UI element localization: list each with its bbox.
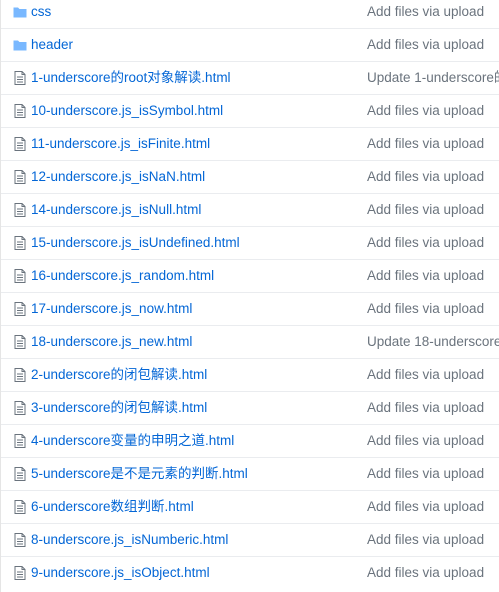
file-icon (13, 71, 27, 85)
file-name-link[interactable]: 8-underscore.js_isNumberic.html (31, 532, 228, 548)
commit-message-link[interactable]: Add files via upload (367, 466, 484, 482)
file-icon (13, 269, 27, 283)
commit-message-link[interactable]: Add files via upload (367, 400, 484, 416)
commit-message-link[interactable]: Add files via upload (367, 202, 484, 218)
commit-message-link[interactable]: Add files via upload (367, 367, 484, 383)
file-icon (13, 137, 27, 151)
file-icon (13, 203, 27, 217)
file-row[interactable]: 11-underscore.js_isFinite.html Add files… (1, 128, 499, 161)
file-icon (13, 533, 27, 547)
file-row[interactable]: 16-underscore.js_random.html Add files v… (1, 260, 499, 293)
file-row[interactable]: 15-underscore.js_isUndefined.html Add fi… (1, 227, 499, 260)
commit-message-link[interactable]: Add files via upload (367, 532, 484, 548)
file-icon (13, 566, 27, 580)
file-row[interactable]: 12-underscore.js_isNaN.html Add files vi… (1, 161, 499, 194)
commit-message-link[interactable]: Add files via upload (367, 565, 484, 581)
commit-message-link[interactable]: Add files via upload (367, 103, 484, 119)
file-name-link[interactable]: 3-underscore的闭包解读.html (31, 400, 207, 416)
file-row[interactable]: 14-underscore.js_isNull.html Add files v… (1, 194, 499, 227)
file-row[interactable]: 4-underscore变量的申明之道.html Add files via u… (1, 425, 499, 458)
commit-message-link[interactable]: Add files via upload (367, 499, 484, 515)
file-row[interactable]: 17-underscore.js_now.html Add files via … (1, 293, 499, 326)
file-icon (13, 104, 27, 118)
file-icon (13, 401, 27, 415)
commit-message-link[interactable]: Add files via upload (367, 433, 484, 449)
file-icon (13, 434, 27, 448)
file-name-link[interactable]: 4-underscore变量的申明之道.html (31, 433, 234, 449)
file-row[interactable]: 5-underscore是不是元素的判断.html Add files via … (1, 458, 499, 491)
file-name-link[interactable]: 15-underscore.js_isUndefined.html (31, 235, 240, 251)
commit-message-link[interactable]: Update 18-underscore.js_new.html (367, 334, 499, 350)
file-row[interactable]: 2-underscore的闭包解读.html Add files via upl… (1, 359, 499, 392)
commit-message-link[interactable]: Add files via upload (367, 37, 484, 53)
file-name-link[interactable]: 16-underscore.js_random.html (31, 268, 214, 284)
commit-message-link[interactable]: Add files via upload (367, 301, 484, 317)
file-icon (13, 335, 27, 349)
file-name-link[interactable]: 1-underscore的root对象解读.html (31, 70, 231, 86)
file-icon (13, 302, 27, 316)
file-icon (13, 236, 27, 250)
file-name-link[interactable]: 14-underscore.js_isNull.html (31, 202, 201, 218)
file-row[interactable]: 10-underscore.js_isSymbol.html Add files… (1, 95, 499, 128)
file-name-link[interactable]: 9-underscore.js_isObject.html (31, 565, 210, 581)
file-row[interactable]: 3-underscore的闭包解读.html Add files via upl… (1, 392, 499, 425)
file-row[interactable]: 8-underscore.js_isNumberic.html Add file… (1, 524, 499, 557)
file-name-link[interactable]: 6-underscore数组判断.html (31, 499, 194, 515)
file-icon (13, 368, 27, 382)
folder-name-link[interactable]: header (31, 37, 73, 53)
file-row[interactable]: 9-underscore.js_isObject.html Add files … (1, 557, 499, 590)
file-row[interactable]: 18-underscore.js_new.html Update 18-unde… (1, 326, 499, 359)
commit-message-link[interactable]: Add files via upload (367, 4, 484, 20)
file-icon (13, 170, 27, 184)
folder-row[interactable]: header Add files via upload (1, 29, 499, 62)
folder-icon (13, 5, 27, 19)
file-name-link[interactable]: 18-underscore.js_new.html (31, 334, 192, 350)
file-name-link[interactable]: 12-underscore.js_isNaN.html (31, 169, 205, 185)
file-name-link[interactable]: 10-underscore.js_isSymbol.html (31, 103, 223, 119)
file-list: css Add files via upload header Add file… (0, 0, 499, 592)
file-icon (13, 500, 27, 514)
commit-message-link[interactable]: Update 1-underscore的root对象解读.html (367, 70, 499, 86)
file-row[interactable]: 1-underscore的root对象解读.html Update 1-unde… (1, 62, 499, 95)
file-row[interactable]: 6-underscore数组判断.html Add files via uplo… (1, 491, 499, 524)
file-name-link[interactable]: 17-underscore.js_now.html (31, 301, 192, 317)
folder-row[interactable]: css Add files via upload (1, 0, 499, 29)
folder-icon (13, 38, 27, 52)
commit-message-link[interactable]: Add files via upload (367, 268, 484, 284)
file-name-link[interactable]: 5-underscore是不是元素的判断.html (31, 466, 248, 482)
commit-message-link[interactable]: Add files via upload (367, 136, 484, 152)
file-name-link[interactable]: 2-underscore的闭包解读.html (31, 367, 207, 383)
file-icon (13, 467, 27, 481)
commit-message-link[interactable]: Add files via upload (367, 169, 484, 185)
file-name-link[interactable]: 11-underscore.js_isFinite.html (31, 136, 210, 152)
folder-name-link[interactable]: css (31, 4, 51, 20)
commit-message-link[interactable]: Add files via upload (367, 235, 484, 251)
